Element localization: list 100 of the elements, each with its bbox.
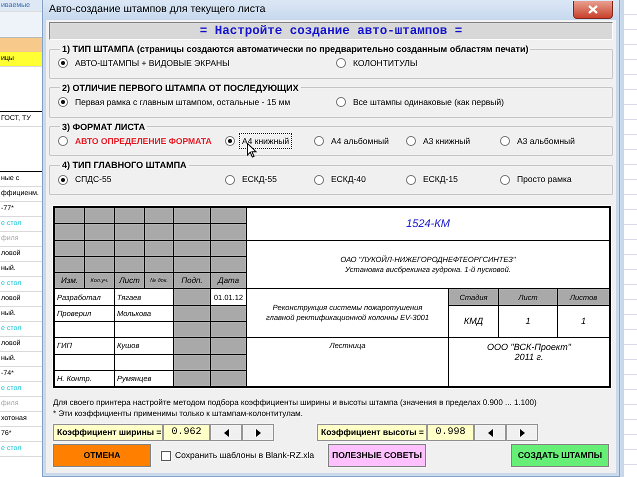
table-cell — [174, 354, 210, 370]
radio-button[interactable] — [58, 58, 68, 68]
tips-button[interactable]: ПОЛЕЗНЫЕ СОВЕТЫ — [328, 444, 426, 468]
radio-button[interactable] — [314, 136, 324, 146]
table-cell — [55, 240, 84, 256]
close-button[interactable] — [573, 1, 613, 19]
group-title: 4) ТИП ГЛАВНОГО ШТАМПА — [61, 159, 188, 172]
table-cell — [115, 240, 144, 256]
mouse-cursor-icon — [247, 142, 257, 158]
table-cell — [145, 224, 173, 240]
table-cell — [115, 322, 173, 338]
table-cell: КМД — [449, 306, 498, 338]
option-label[interactable]: Все штампы одинаковые (как первый) — [350, 94, 507, 110]
option-label[interactable]: ЕСКД-55 — [239, 171, 280, 188]
decrease-button[interactable] — [474, 424, 506, 442]
table-cell — [55, 256, 84, 272]
table-cell — [174, 306, 210, 322]
coefficient-label: Коэффициент высоты = — [317, 424, 427, 442]
table-cell — [55, 322, 114, 338]
radio-button[interactable] — [225, 136, 235, 146]
table-cell — [174, 224, 210, 240]
radio-button[interactable] — [314, 174, 324, 185]
coefficient-field[interactable]: 0.962 — [163, 424, 210, 442]
table-cell — [211, 240, 246, 256]
radio-button[interactable] — [406, 136, 416, 146]
table-cell — [174, 322, 210, 338]
table-cell — [115, 224, 144, 240]
increase-button[interactable] — [506, 424, 538, 442]
table-header: Изм. — [55, 273, 84, 288]
option-label[interactable]: ЕСКД-40 — [328, 171, 369, 188]
cancel-button[interactable]: ОТМЕНА — [53, 444, 151, 468]
coefficient-label: Коэффициент ширины = — [53, 424, 163, 442]
radio-button[interactable] — [500, 136, 510, 146]
table-cell — [211, 256, 246, 272]
left-arrow-icon — [486, 428, 494, 437]
option-label[interactable]: КОЛОНТИТУЛЫ — [350, 55, 420, 72]
increase-button[interactable] — [242, 424, 274, 442]
radio-button[interactable] — [58, 174, 68, 185]
create-button[interactable]: СОЗДАТЬ ШТАМПЫ — [511, 444, 609, 468]
organization-text: ООО "ВСК-Проект" 2011 г. — [449, 338, 609, 386]
option-label[interactable]: Просто рамка — [514, 171, 575, 188]
table-cell — [174, 208, 210, 224]
radio-button[interactable] — [225, 174, 235, 185]
table-cell — [211, 322, 246, 338]
right-arrow-icon — [254, 428, 262, 437]
table-cell — [55, 208, 84, 224]
option-label[interactable]: А3 книжный — [420, 132, 474, 150]
table-cell — [211, 338, 246, 354]
table-cell — [145, 256, 173, 272]
table-cell — [145, 240, 173, 256]
table-cell — [174, 338, 210, 354]
decrease-button[interactable] — [210, 424, 242, 442]
radio-button[interactable] — [58, 97, 68, 108]
radio-button[interactable] — [336, 97, 346, 108]
right-arrow-icon — [518, 428, 526, 437]
option-label[interactable]: АВТО-ШТАМПЫ + ВИДОВЫЕ ЭКРАНЫ — [72, 55, 233, 72]
table-cell — [115, 208, 144, 224]
option-label[interactable]: А3 альбомный — [514, 132, 578, 150]
table-cell — [174, 370, 210, 386]
radio-button[interactable] — [58, 136, 68, 146]
table-header: Подп. — [174, 273, 210, 288]
table-cell — [55, 354, 114, 370]
table-cell — [145, 208, 173, 224]
note-text: Для своего принтера настройте методом подбора коэффициенты ширины и высоты штампа (значения в пределах 0.900 ... 1.100) — [53, 397, 538, 408]
table-cell — [85, 256, 114, 272]
table-header: Дата — [211, 273, 246, 288]
note-text: * Эти коэффициенты применимы только к штампам-колонтитулам. — [53, 408, 304, 420]
option-label[interactable]: ЕСКД-15 — [420, 171, 461, 188]
group-title: 1) ТИП ШТАМПА (страницы создаются автоматически по предварительно созданным областям печати) — [61, 43, 530, 55]
option-label[interactable]: СПДС-55 — [72, 171, 114, 188]
header-band — [0, 38, 42, 52]
group-title: 3) ФОРМАТ ЛИСТА — [61, 120, 146, 132]
group-title: 2) ОТЛИЧИЕ ПЕРВОГО ШТАМПА ОТ ПОСЛЕДУЮЩИХ — [61, 82, 300, 94]
coefficient-field[interactable]: 0.998 — [427, 424, 474, 442]
option-label[interactable]: Первая рамка с главным штампом, остальные - 15 мм — [72, 94, 294, 110]
radio-button[interactable] — [406, 174, 416, 185]
table-cell — [85, 240, 114, 256]
table-cell: 1 — [558, 306, 609, 338]
left-arrow-icon — [222, 428, 230, 437]
table-cell — [115, 256, 144, 272]
table-cell — [211, 354, 246, 370]
option-label[interactable]: А4 альбомный — [328, 132, 392, 150]
table-cell — [55, 224, 84, 240]
table-cell — [211, 208, 246, 224]
dialog-header: = Настройте создание авто-штампов = — [49, 22, 613, 40]
table-cell — [211, 224, 246, 240]
project-code: 1524-КМ — [247, 208, 609, 240]
table-cell — [85, 224, 114, 240]
checkbox-label[interactable]: Сохранить шаблоны в Blank-RZ.xla — [175, 449, 314, 462]
checkbox[interactable] — [161, 450, 171, 461]
radio-button[interactable] — [500, 174, 510, 185]
table-cell — [174, 289, 210, 305]
table-cell — [174, 256, 210, 272]
dropdown-field[interactable] — [0, 12, 42, 38]
table-cell — [85, 208, 114, 224]
table-cell — [174, 240, 210, 256]
radio-button[interactable] — [336, 58, 346, 68]
table-cell — [211, 370, 246, 386]
close-icon — [588, 5, 598, 14]
option-label[interactable]: АВТО ОПРЕДЕЛЕНИЕ ФОРМАТА — [72, 132, 215, 150]
